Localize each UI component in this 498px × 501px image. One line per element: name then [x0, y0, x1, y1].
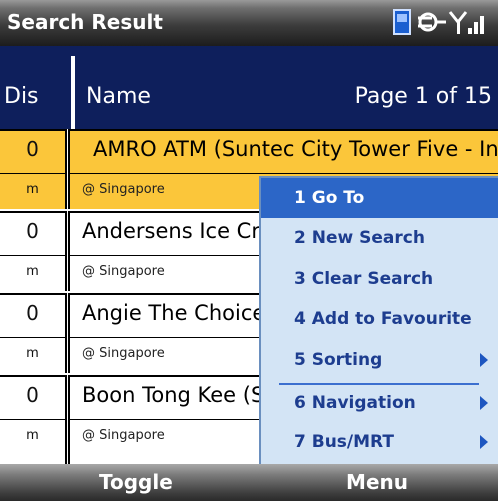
- menu-item-navigation[interactable]: 6 Navigation: [261, 383, 498, 423]
- context-menu: 1 Go To 2 New Search 3 Clear Search 4 Ad…: [259, 176, 498, 464]
- menu-item-new-search[interactable]: 2 New Search: [261, 218, 498, 258]
- distance-value: 0: [26, 137, 39, 161]
- status-icons: [392, 8, 492, 38]
- page-indicator: Page 1 of 15: [354, 84, 492, 109]
- place-location: @ Singapore: [82, 346, 165, 361]
- signal-icon: [448, 11, 484, 34]
- distance-unit: m: [26, 264, 39, 279]
- menu-item-clear-search[interactable]: 3 Clear Search: [261, 259, 498, 299]
- place-location: @ Singapore: [82, 264, 165, 279]
- distance-unit: m: [26, 182, 39, 197]
- softkey-menu[interactable]: Menu: [346, 470, 408, 494]
- distance-unit: m: [26, 346, 39, 361]
- distance-value: 0: [26, 219, 39, 243]
- title-bar: Search Result: [0, 0, 498, 46]
- list-header: Dis Name Page 1 of 15: [0, 46, 498, 129]
- distance-value: 0: [26, 301, 39, 325]
- menu-item-sorting[interactable]: 5 Sorting: [261, 340, 498, 380]
- column-header-distance[interactable]: Dis: [4, 84, 39, 109]
- place-location: @ Singapore: [82, 182, 165, 197]
- softkey-toggle[interactable]: Toggle: [99, 470, 173, 494]
- menu-item-bus-mrt[interactable]: 7 Bus/MRT: [261, 422, 498, 462]
- place-location: @ Singapore: [82, 428, 165, 443]
- submenu-arrow-icon: [480, 396, 488, 410]
- distance-value: 0: [26, 383, 39, 407]
- place-name: Angie The Choice: [82, 301, 266, 325]
- place-name: AMRO ATM (Suntec City Tower Five - In: [93, 137, 498, 161]
- submenu-arrow-icon: [480, 435, 488, 449]
- place-name: Boon Tong Kee (S: [82, 383, 265, 407]
- column-header-name[interactable]: Name: [86, 84, 151, 109]
- menu-item-add-to-favourite[interactable]: 4 Add to Favourite: [261, 299, 498, 339]
- phone-icon: [393, 9, 411, 35]
- menu-item-go-to[interactable]: 1 Go To: [261, 178, 498, 218]
- column-divider: [71, 56, 75, 129]
- app-title: Search Result: [7, 10, 163, 34]
- place-name: Andersens Ice Cr: [82, 219, 260, 243]
- distance-unit: m: [26, 428, 39, 443]
- connection-icon: [418, 12, 446, 32]
- submenu-arrow-icon: [480, 353, 488, 367]
- softkey-bar: Toggle Menu: [0, 464, 498, 501]
